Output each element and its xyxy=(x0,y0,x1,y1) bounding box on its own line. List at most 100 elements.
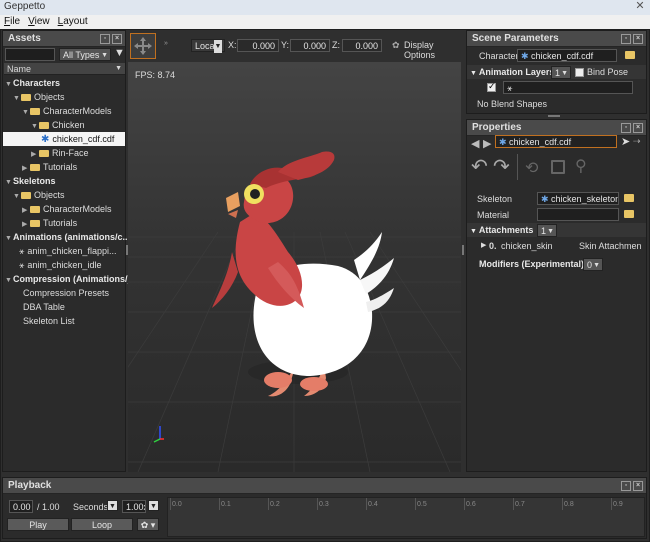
close-icon[interactable]: × xyxy=(633,34,643,44)
skeleton-field[interactable]: ✱ chicken_skeleton.cl xyxy=(537,192,619,205)
restore-icon[interactable]: ▫ xyxy=(621,481,631,491)
character-field[interactable]: ✱ chicken_cdf.cdf xyxy=(517,49,617,62)
name-column-header[interactable]: Name ▼ xyxy=(4,63,125,75)
menu-file[interactable]: File xyxy=(0,15,24,29)
redo-icon[interactable]: ↷ xyxy=(493,154,510,179)
selected-file-field[interactable]: ✱ chicken_cdf.cdf xyxy=(495,135,617,148)
splitter-handle[interactable] xyxy=(462,245,464,255)
folder-icon[interactable] xyxy=(624,210,634,218)
display-options-button[interactable]: Display Options xyxy=(404,40,461,60)
timeline-tick-label: 0.5 xyxy=(417,501,427,508)
forward-arrow-icon[interactable]: ▶ xyxy=(483,137,491,150)
tree-item-objects[interactable]: ▼ Objects xyxy=(13,90,65,104)
coordinate-space-select[interactable]: Loca ▼ xyxy=(191,39,225,53)
close-icon[interactable]: ✕ xyxy=(634,0,646,12)
z-input[interactable]: 0.000 xyxy=(342,39,382,52)
splitter-handle[interactable] xyxy=(126,245,128,255)
animation-layers-count[interactable]: 1 ▼ xyxy=(551,66,571,79)
tree-item-rin-face[interactable]: ▶ Rin-Face xyxy=(31,146,89,160)
tree-item-compression[interactable]: ▼Compression (Animations/) xyxy=(5,272,131,286)
attachment-name: chicken_skin xyxy=(501,241,553,251)
restore-icon[interactable]: ▫ xyxy=(621,123,631,133)
3d-viewport[interactable]: FPS: 8.74 xyxy=(128,62,461,472)
menu-view[interactable]: View xyxy=(24,15,54,29)
menu-layout[interactable]: Layout xyxy=(54,15,92,29)
scene-parameters-header: Scene Parameters ▫ × xyxy=(467,31,646,47)
tree-item-compression-presets[interactable]: Compression Presets xyxy=(23,286,109,300)
timeline-tick-label: 0.7 xyxy=(515,501,525,508)
undo-icon[interactable]: ↶ xyxy=(471,154,488,179)
folder-icon xyxy=(30,164,40,171)
speed-input[interactable]: 1.00x xyxy=(122,500,146,513)
time-unit-dropdown[interactable]: ▼ xyxy=(107,500,118,511)
x-input[interactable]: 0.000 xyxy=(237,39,279,52)
close-icon[interactable]: × xyxy=(633,481,643,491)
back-arrow-icon[interactable]: ◀ xyxy=(471,137,479,150)
folder-icon[interactable] xyxy=(624,194,634,202)
attachments-expander[interactable]: ▼ Attachments xyxy=(470,225,533,235)
current-time-input[interactable]: 0.00 xyxy=(9,500,33,513)
material-field[interactable] xyxy=(537,208,619,221)
bind-pose-checkbox[interactable] xyxy=(575,68,584,77)
timeline-tick-mark xyxy=(611,498,612,510)
viewport-toolbar: » Loca ▼ X: 0.000 Y: 0.000 Z: 0.000 ✿ Dis… xyxy=(127,30,461,62)
type-filter-select[interactable]: All Types ▼ xyxy=(59,48,111,61)
no-blend-shapes-label: No Blend Shapes xyxy=(477,99,548,109)
select-pointer-icon[interactable]: ➤ xyxy=(621,135,630,148)
time-unit-label: Seconds xyxy=(73,502,109,512)
y-input[interactable]: 0.000 xyxy=(290,39,330,52)
attachments-count[interactable]: 1 ▼ xyxy=(537,224,557,237)
display-options-gear-icon[interactable]: ✿ xyxy=(392,40,400,51)
tree-item-skeleton-list[interactable]: Skeleton List xyxy=(23,314,75,328)
folder-icon[interactable] xyxy=(625,51,635,59)
move-tool-button[interactable] xyxy=(130,33,156,59)
speed-dropdown[interactable]: ▼ xyxy=(148,500,159,511)
character-label: Character xyxy=(479,51,519,61)
playback-options-gear-icon[interactable]: ✿ ▾ xyxy=(137,518,159,531)
animation-layer-field[interactable]: ⚹ xyxy=(503,81,633,94)
attachment-type: Skin Attachmen xyxy=(579,241,642,251)
total-time-label: / 1.00 xyxy=(37,502,60,512)
tree-item-dba-table[interactable]: DBA Table xyxy=(23,300,65,314)
tree-item-anim-flapping[interactable]: ⚹ anim_chicken_flappi... xyxy=(19,244,116,258)
reveal-icon[interactable]: ⇢ xyxy=(633,136,641,147)
tree-item-skeletons[interactable]: ▼Skeletons xyxy=(5,174,56,188)
filter-icon[interactable]: ▼ xyxy=(114,47,125,59)
play-button[interactable]: Play xyxy=(7,518,69,531)
loop-button[interactable]: Loop xyxy=(71,518,133,531)
tree-item-skeleton-charactermodels[interactable]: ▶ CharacterModels xyxy=(22,202,112,216)
tree-item-animations[interactable]: ▼Animations (animations/c... xyxy=(5,230,130,244)
tree-item-skeleton-tutorials[interactable]: ▶ Tutorials xyxy=(22,216,77,230)
modifiers-count[interactable]: 0 ▼ xyxy=(583,258,603,271)
timeline-tick-mark xyxy=(464,498,465,510)
restore-icon[interactable]: ▫ xyxy=(621,34,631,44)
toolbar-divider xyxy=(517,154,518,180)
skeleton-label: Skeleton xyxy=(477,194,513,204)
tree-item-chicken[interactable]: ▼ Chicken xyxy=(31,118,85,132)
close-icon[interactable]: × xyxy=(633,123,643,133)
layer-enabled-checkbox[interactable] xyxy=(487,81,496,92)
tree-item-characters[interactable]: ▼Characters xyxy=(5,76,60,90)
toolbar-expand-icon[interactable]: » xyxy=(164,40,168,47)
revert-icon[interactable]: ⟲ xyxy=(525,158,538,178)
window-titlebar: Geppetto ✕ xyxy=(0,0,650,15)
attachment-row-chicken-skin[interactable]: ▶ 0. chicken_skin Skin Attachmen xyxy=(481,240,642,254)
restore-icon[interactable]: ▫ xyxy=(100,34,110,44)
close-icon[interactable]: × xyxy=(112,34,122,44)
splitter-handle[interactable] xyxy=(548,115,560,117)
tree-item-charactermodels[interactable]: ▼ CharacterModels xyxy=(22,104,112,118)
tree-item-skeleton-objects[interactable]: ▼ Objects xyxy=(13,188,65,202)
tree-item-chicken-cdf[interactable]: ✱ chicken_cdf.cdf xyxy=(3,132,125,146)
animation-icon: ⚹ xyxy=(19,246,25,256)
animation-layers-expander[interactable]: ▼ Animation Layers xyxy=(470,67,554,77)
tree-item-anim-idle[interactable]: ⚹ anim_chicken_idle xyxy=(19,258,101,272)
timeline-tick-mark xyxy=(170,498,171,510)
properties-header: Properties ▫ × xyxy=(467,120,646,136)
timeline-tick-label: 0.1 xyxy=(221,501,231,508)
search-icon[interactable]: ⚲ xyxy=(575,156,587,176)
tree-item-tutorials[interactable]: ▶ Tutorials xyxy=(22,160,77,174)
asset-search-input[interactable] xyxy=(5,48,55,61)
timeline-scrubber[interactable]: 0.0 0.1 0.2 0.3 0.4 0.5 0.6 0.7 0.8 0.9 xyxy=(167,497,645,537)
timeline-tick-label: 0.2 xyxy=(270,501,280,508)
save-icon[interactable] xyxy=(551,160,565,174)
